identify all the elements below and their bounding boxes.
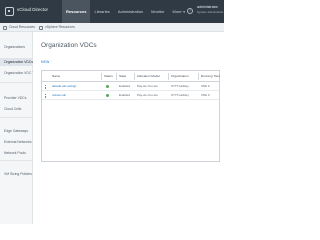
new-button[interactable]: NEW bbox=[41, 60, 50, 64]
vdc-organization: SYTT-tacDey bbox=[171, 93, 189, 97]
column-divider bbox=[116, 73, 117, 80]
tab-vsphere-resources[interactable]: vSphere Resources bbox=[45, 25, 75, 29]
sidebar-item-external-networks[interactable]: External Networks bbox=[0, 138, 33, 146]
row-actions-icon[interactable] bbox=[45, 85, 47, 89]
table-row[interactable]: default-vdc-swingt Enabled Pay-As-You-Go… bbox=[42, 82, 219, 91]
tab-cloud-resources[interactable]: Cloud Resources bbox=[9, 25, 35, 29]
sidebar-item-edge-gateways[interactable]: Edge Gateways bbox=[0, 127, 33, 135]
sidebar: Organizations Organization VDCs Organiza… bbox=[0, 32, 33, 224]
nav-label: Monitor bbox=[151, 9, 165, 14]
vdc-state: Enabled bbox=[119, 93, 131, 97]
column-divider bbox=[134, 73, 135, 80]
sidebar-item-provider-vdcs[interactable]: Provider VDCs bbox=[0, 94, 33, 102]
sidebar-item-cloud-cells[interactable]: Cloud Cells bbox=[0, 105, 33, 113]
sidebar-divider bbox=[0, 82, 33, 83]
nav-label: Administration bbox=[117, 9, 144, 14]
sidebar-item-network-pools[interactable]: Network Pools bbox=[0, 149, 33, 157]
sidebar-divider bbox=[0, 160, 33, 161]
row-actions-icon[interactable] bbox=[45, 94, 47, 98]
vdc-name-link[interactable]: nobod-vdc bbox=[52, 91, 66, 100]
column-header-state[interactable]: State bbox=[119, 71, 126, 82]
vdc-state: Enabled bbox=[119, 84, 131, 88]
column-divider bbox=[168, 73, 169, 80]
status-ok-icon bbox=[106, 94, 109, 97]
column-header-organization[interactable]: Organization bbox=[171, 71, 189, 82]
nav-item-monitor[interactable]: Monitor bbox=[147, 0, 168, 23]
sidebar-divider bbox=[0, 117, 33, 118]
column-divider bbox=[101, 73, 102, 80]
top-header: vCloud Director Resources Libraries Admi… bbox=[0, 0, 224, 23]
app-title: vCloud Director bbox=[17, 7, 49, 12]
nav-item-resources[interactable]: Resources bbox=[62, 0, 91, 23]
vdc-allocation-model: Pay-As-You-Go bbox=[137, 93, 158, 97]
column-header-status[interactable]: Status bbox=[104, 71, 113, 82]
vdc-data-grid: Name Status State Allocation Model Organ… bbox=[41, 70, 220, 162]
vdc-running-tiers: VMs 0 bbox=[201, 84, 210, 88]
vmware-logo-icon bbox=[5, 7, 14, 16]
table-row[interactable]: nobod-vdc Enabled Pay-As-You-Go SYTT-tac… bbox=[42, 91, 219, 100]
nav-item-administration[interactable]: Administration bbox=[114, 0, 147, 23]
sidebar-item-organization-vdc-templates[interactable]: Organization VDC Templates bbox=[0, 69, 33, 77]
user-menu[interactable]: administrator System Administrator bbox=[197, 5, 223, 14]
vdc-running-tiers: VMs 0 bbox=[201, 93, 210, 97]
chevron-down-icon: ▼ bbox=[182, 10, 186, 14]
sidebar-item-organizations[interactable]: Organizations bbox=[0, 43, 33, 51]
vsphere-icon bbox=[39, 25, 43, 30]
cloud-icon bbox=[3, 25, 7, 30]
vdc-name-link[interactable]: default-vdc-swingt bbox=[52, 82, 76, 91]
nav-label: Resources bbox=[66, 9, 87, 14]
main-nav: Resources Libraries Administration Monit… bbox=[62, 0, 190, 23]
nav-item-libraries[interactable]: Libraries bbox=[90, 0, 113, 23]
user-role: System Administrator bbox=[197, 9, 223, 14]
column-divider bbox=[198, 73, 199, 80]
help-icon[interactable]: ? bbox=[187, 8, 193, 14]
sidebar-item-organization-vdcs[interactable]: Organization VDCs bbox=[0, 58, 33, 66]
page-title: Organization VDCs bbox=[41, 42, 97, 49]
column-header-name[interactable]: Name bbox=[52, 71, 60, 82]
vdc-allocation-model: Pay-As-You-Go bbox=[137, 84, 158, 88]
column-header-running-tiers[interactable]: Running Tiers bbox=[201, 71, 220, 82]
status-ok-icon bbox=[106, 85, 109, 88]
column-header-allocation-model[interactable]: Allocation Model bbox=[137, 71, 160, 82]
grid-header: Name Status State Allocation Model Organ… bbox=[42, 71, 220, 82]
sidebar-item-vm-sizing-policies[interactable]: VM Sizing Policies bbox=[0, 170, 33, 178]
context-bar: Cloud Resources vSphere Resources bbox=[0, 23, 224, 32]
vdc-organization: SYTT-tacDey bbox=[171, 84, 189, 88]
nav-label: More bbox=[172, 9, 182, 14]
nav-label: Libraries bbox=[94, 9, 110, 14]
